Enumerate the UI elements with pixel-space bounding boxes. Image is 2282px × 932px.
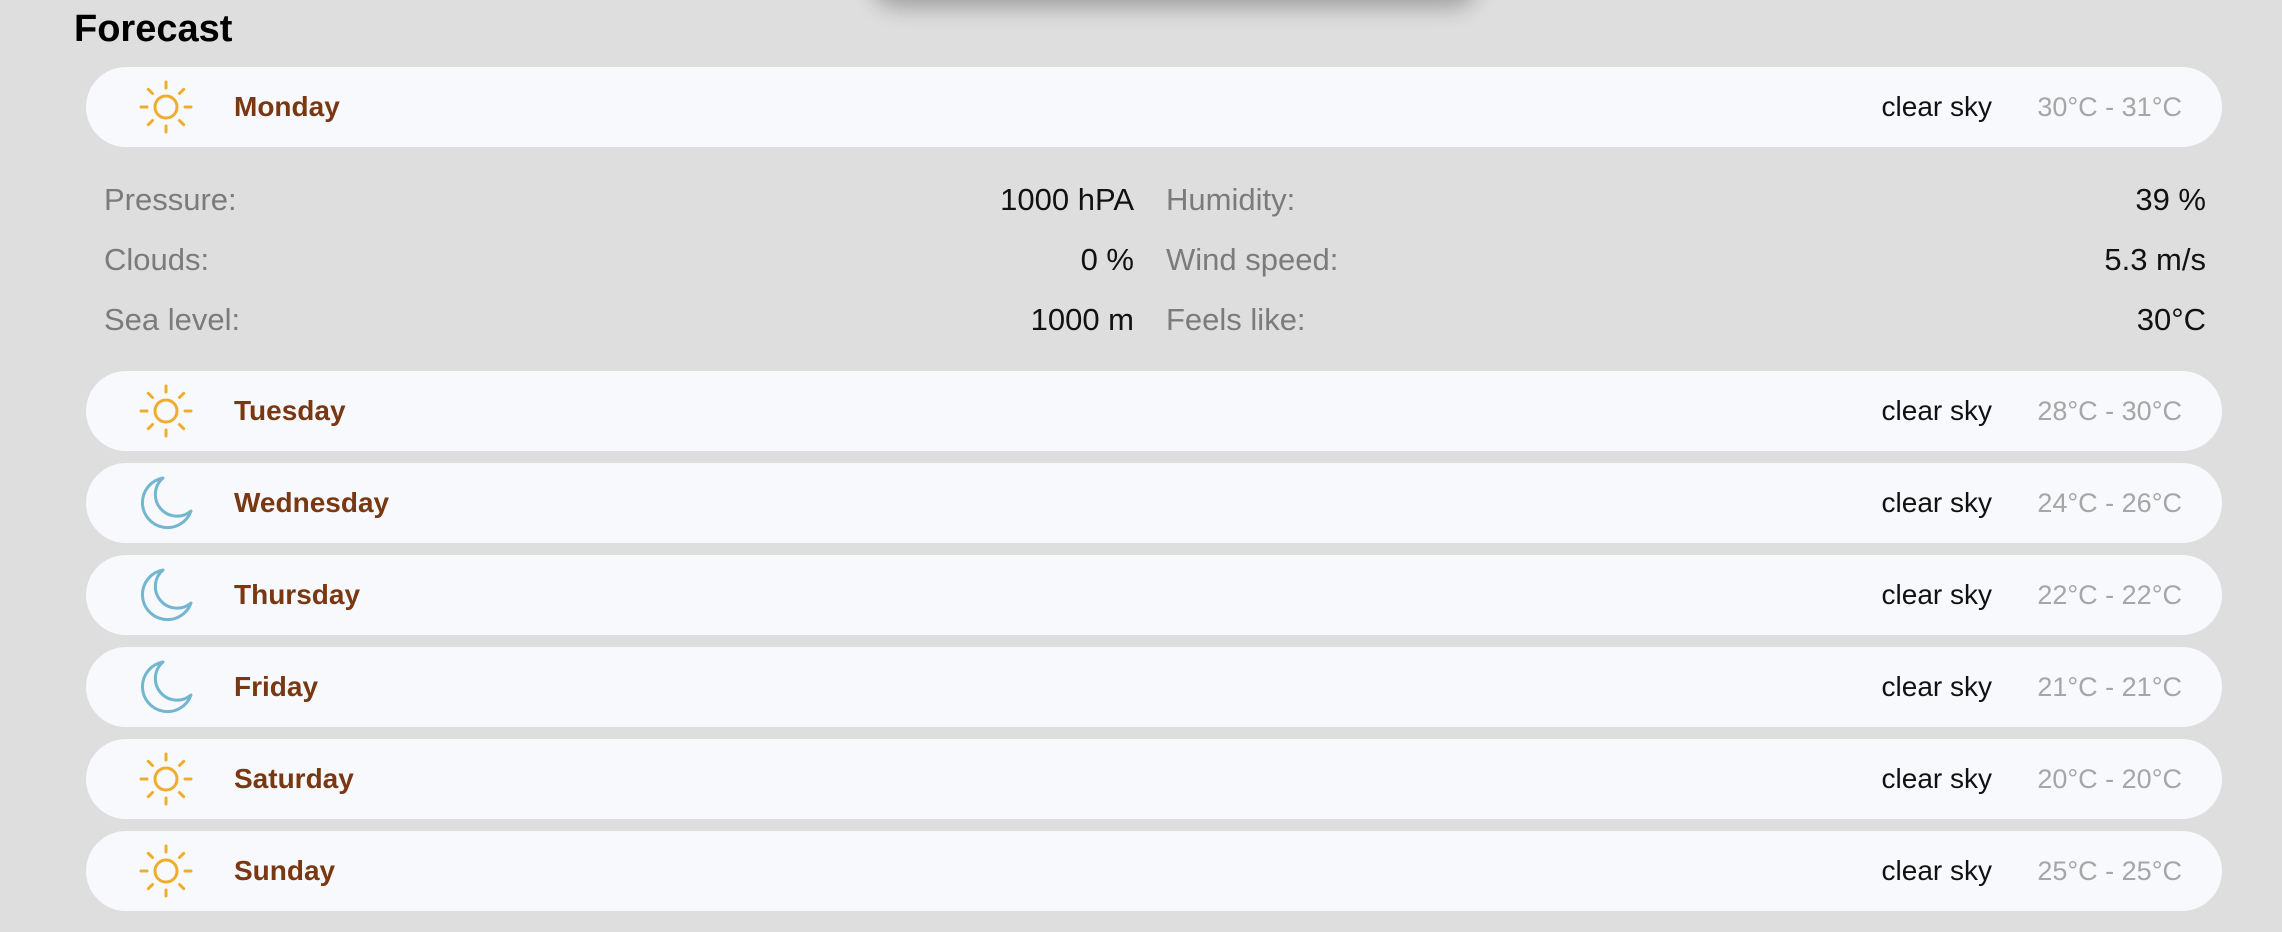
detail-label: Clouds: bbox=[104, 242, 210, 277]
detail-sea-level: Sea level: 1000 m bbox=[104, 290, 1134, 350]
page-title: Forecast bbox=[74, 8, 233, 50]
forecast-day-sunday[interactable]: Sunday clear sky 25°C - 25°C bbox=[86, 831, 2222, 911]
day-name: Saturday bbox=[234, 763, 354, 794]
detail-value: 5.3 m/s bbox=[2104, 242, 2206, 277]
moon-icon bbox=[138, 475, 194, 531]
sun-icon bbox=[138, 79, 194, 135]
detail-value: 30°C bbox=[2136, 302, 2206, 337]
detail-label: Feels like: bbox=[1166, 302, 1306, 337]
temperature-range: 24°C - 26°C bbox=[2037, 488, 2182, 518]
sun-icon bbox=[138, 843, 194, 899]
weather-description: clear sky bbox=[1881, 763, 1992, 794]
weather-description: clear sky bbox=[1881, 91, 1992, 122]
detail-label: Wind speed: bbox=[1166, 242, 1339, 277]
temperature-range: 25°C - 25°C bbox=[2037, 856, 2182, 886]
weather-description: clear sky bbox=[1881, 579, 1992, 610]
day-details-panel: Pressure: 1000 hPA Humidity: 39 % Clouds… bbox=[104, 170, 2206, 350]
weather-description: clear sky bbox=[1881, 395, 1992, 426]
forecast-day-tuesday[interactable]: Tuesday clear sky 28°C - 30°C bbox=[86, 371, 2222, 451]
detail-pressure: Pressure: 1000 hPA bbox=[104, 170, 1134, 230]
detail-value: 1000 hPA bbox=[1000, 182, 1134, 217]
forecast-page: Forecast Monday clear sky 30°C - 31°C Pr… bbox=[0, 0, 2282, 932]
weather-description: clear sky bbox=[1881, 671, 1992, 702]
forecast-day-friday[interactable]: Friday clear sky 21°C - 21°C bbox=[86, 647, 2222, 727]
detail-value: 1000 m bbox=[1030, 302, 1134, 337]
detail-feels-like: Feels like: 30°C bbox=[1166, 290, 2206, 350]
detail-label: Sea level: bbox=[104, 302, 241, 337]
moon-icon bbox=[138, 567, 194, 623]
detail-humidity: Humidity: 39 % bbox=[1166, 170, 2206, 230]
forecast-day-thursday[interactable]: Thursday clear sky 22°C - 22°C bbox=[86, 555, 2222, 635]
day-name: Sunday bbox=[234, 855, 336, 886]
temperature-range: 22°C - 22°C bbox=[2037, 580, 2182, 610]
day-name: Thursday bbox=[234, 579, 361, 610]
day-name: Tuesday bbox=[234, 395, 346, 426]
temperature-range: 21°C - 21°C bbox=[2037, 672, 2182, 702]
detail-wind-speed: Wind speed: 5.3 m/s bbox=[1166, 230, 2206, 290]
detail-label: Humidity: bbox=[1166, 182, 1296, 217]
detail-value: 39 % bbox=[2135, 182, 2206, 217]
day-name: Monday bbox=[234, 91, 340, 122]
temperature-range: 30°C - 31°C bbox=[2037, 92, 2182, 122]
temperature-range: 20°C - 20°C bbox=[2037, 764, 2182, 794]
detail-clouds: Clouds: 0 % bbox=[104, 230, 1134, 290]
forecast-day-saturday[interactable]: Saturday clear sky 20°C - 20°C bbox=[86, 739, 2222, 819]
weather-description: clear sky bbox=[1881, 487, 1992, 518]
forecast-day-wednesday[interactable]: Wednesday clear sky 24°C - 26°C bbox=[86, 463, 2222, 543]
detail-value: 0 % bbox=[1080, 242, 1134, 277]
sun-icon bbox=[138, 383, 194, 439]
detail-label: Pressure: bbox=[104, 182, 237, 217]
day-name: Wednesday bbox=[234, 487, 390, 518]
weather-description: clear sky bbox=[1881, 855, 1992, 886]
sun-icon bbox=[138, 751, 194, 807]
moon-icon bbox=[138, 659, 194, 715]
temperature-range: 28°C - 30°C bbox=[2037, 396, 2182, 426]
forecast-day-monday[interactable]: Monday clear sky 30°C - 31°C bbox=[86, 67, 2222, 147]
day-name: Friday bbox=[234, 671, 319, 702]
